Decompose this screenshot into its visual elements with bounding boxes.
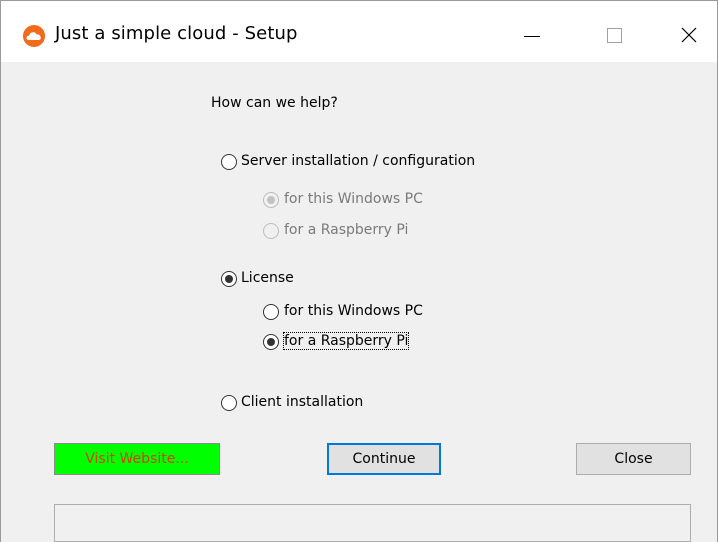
continue-button[interactable]: Continue: [327, 443, 441, 475]
visit-website-button[interactable]: Visit Website...: [54, 443, 220, 475]
server-label[interactable]: Server installation / configuration: [241, 153, 475, 169]
license-radio[interactable]: [221, 271, 237, 287]
server-windows-radio[interactable]: [263, 192, 279, 208]
close-window-button[interactable]: [665, 15, 711, 55]
close-icon: [681, 27, 697, 43]
license-windows-radio[interactable]: [263, 304, 279, 320]
client-radio[interactable]: [221, 395, 237, 411]
prompt-label: How can we help?: [211, 95, 338, 111]
license-label[interactable]: License: [241, 270, 294, 286]
license-raspberry-radio[interactable]: [263, 334, 279, 350]
server-raspberry-radio[interactable]: [263, 223, 279, 239]
license-raspberry-label[interactable]: for a Raspberry Pi: [282, 332, 410, 350]
cloud-icon: [23, 25, 45, 47]
minimize-icon: [524, 36, 540, 37]
maximize-button[interactable]: [591, 15, 637, 55]
window-title: Just a simple cloud - Setup: [55, 23, 298, 44]
license-windows-label[interactable]: for this Windows PC: [284, 303, 423, 319]
client-label[interactable]: Client installation: [241, 394, 363, 410]
status-field: [54, 504, 691, 542]
server-windows-label[interactable]: for this Windows PC: [284, 191, 423, 207]
dialog-body: How can we help? Server installation / c…: [1, 62, 717, 542]
server-radio[interactable]: [221, 154, 237, 170]
server-raspberry-label[interactable]: for a Raspberry Pi: [284, 222, 408, 238]
minimize-button[interactable]: [507, 15, 553, 55]
maximize-icon: [607, 28, 622, 43]
setup-window: Just a simple cloud - Setup How can we h…: [0, 0, 718, 542]
close-button[interactable]: Close: [576, 443, 691, 475]
title-bar[interactable]: Just a simple cloud - Setup: [1, 1, 717, 62]
